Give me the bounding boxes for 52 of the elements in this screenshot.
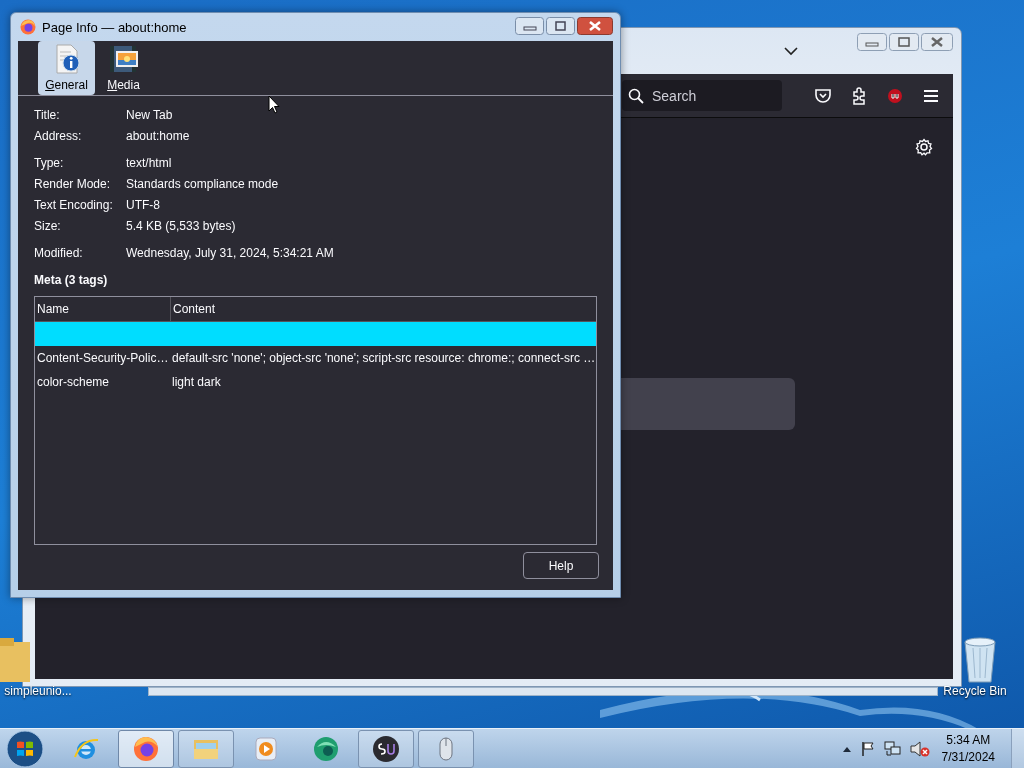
tab[interactable]: General [38, 41, 95, 95]
minimize-button[interactable] [515, 17, 544, 35]
table-cell-text: default-src 'none'; object-src 'none'; script-src resource: chrome:; connect-src … [171, 351, 596, 365]
network-icon[interactable] [883, 740, 902, 757]
close-button[interactable] [577, 17, 613, 35]
search-icon [628, 88, 644, 104]
field-label: Text Encoding: [34, 197, 114, 214]
settings-icon[interactable] [915, 138, 933, 156]
orb-icon [312, 734, 340, 763]
clock-date[interactable]: 7/31/2024 [941, 748, 995, 766]
window-title: Page Info — about:home [42, 19, 188, 35]
folder-icon[interactable] [0, 636, 30, 684]
start-button[interactable] [6, 729, 44, 768]
maximize-button[interactable] [889, 33, 919, 51]
close-button[interactable] [921, 33, 953, 51]
field-label: Size: [34, 218, 62, 235]
play-icon [252, 734, 280, 763]
field-label: Title: [34, 107, 61, 124]
column-header[interactable]: Content [170, 297, 596, 321]
speaker-muted-icon[interactable] [909, 740, 930, 757]
taskbar-button[interactable] [358, 729, 414, 768]
section-heading: Meta (3 tags) [34, 272, 109, 289]
su-logo-icon [372, 734, 400, 763]
chevron-down-icon[interactable] [784, 46, 798, 56]
field-value: UTF-8 [126, 197, 160, 214]
clock-time[interactable]: 5:34 AM [946, 731, 991, 749]
field-label: Render Mode: [34, 176, 112, 193]
field-label: Modified: [34, 245, 84, 262]
column-header[interactable]: Name [35, 297, 170, 321]
firefox-icon [20, 19, 36, 35]
recycle-bin-icon[interactable] [963, 636, 997, 684]
desktop-icon-label[interactable]: simpleunio... [4, 684, 72, 698]
field-value: Wednesday, July 31, 2024, 5:34:21 AM [126, 245, 334, 262]
search-field[interactable]: Search [622, 80, 782, 111]
table-cell-text: light dark [171, 375, 222, 389]
field-value: New Tab [126, 107, 173, 124]
table-cell-text: Content-Security-Polic… [36, 351, 170, 365]
field-value: Standards compliance mode [126, 176, 279, 193]
cursor-icon [268, 95, 280, 114]
field-label: Type: [34, 155, 65, 172]
table-cell-text: color-scheme [36, 375, 111, 389]
field-label: Address: [34, 128, 83, 145]
field-value: 5.4 KB (5,533 bytes) [126, 218, 236, 235]
firefox-icon [132, 734, 160, 763]
field-value: about:home [126, 128, 190, 145]
desktop-icon-label[interactable]: Recycle Bin [943, 684, 1007, 698]
tab[interactable]: Media [95, 41, 152, 95]
maximize-button[interactable] [546, 17, 575, 35]
help-button[interactable]: Help [523, 552, 599, 579]
taskbar-button[interactable] [118, 729, 174, 768]
flag-icon[interactable] [859, 740, 876, 757]
field-value: text/html [126, 155, 172, 172]
